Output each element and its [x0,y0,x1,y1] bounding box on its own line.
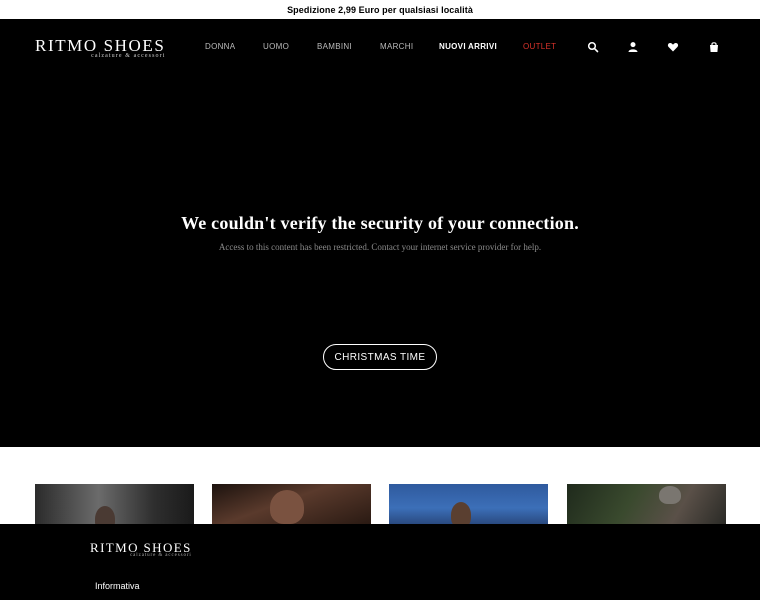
footer-link-informativa[interactable]: Informativa [95,581,140,591]
gallery-tile-3[interactable] [389,484,548,524]
bag-icon[interactable] [708,41,720,53]
site-header: RITMO SHOES calzature & accessori DONNA … [0,19,760,76]
hero-banner: We couldn't verify the security of your … [0,76,760,447]
footer-logo[interactable]: RITMO SHOES calzature & accessori [90,541,192,558]
nav-item-uomo[interactable]: UOMO [263,42,289,51]
brand-tagline: calzature & accessori [91,53,166,59]
promo-text: Spedizione 2,99 Euro per qualsiasi local… [287,4,473,15]
nav-item-donna[interactable]: DONNA [205,42,235,51]
category-gallery [0,447,760,524]
nav-item-nuovi-arrivi[interactable]: NUOVI ARRIVI [439,42,497,51]
search-icon[interactable] [587,41,599,53]
site-footer: RITMO SHOES calzature & accessori Inform… [0,524,760,600]
heart-icon[interactable] [667,41,679,53]
gallery-tile-2[interactable] [212,484,371,524]
promo-bar: Spedizione 2,99 Euro per qualsiasi local… [0,0,760,19]
brand-logo[interactable]: RITMO SHOES calzature & accessori [35,36,166,59]
brand-wordmark: RITMO SHOES [35,36,166,55]
hero-message: Access to this content has been restrict… [218,242,542,252]
gallery-tile-1[interactable] [35,484,194,524]
hero-title: We couldn't verify the security of your … [181,213,579,233]
nav-item-outlet[interactable]: OUTLET [523,42,556,51]
christmas-time-button[interactable]: CHRISTMAS TIME [323,344,437,370]
nav-item-marchi[interactable]: MARCHI [380,42,413,51]
nav-item-bambini[interactable]: BAMBINI [317,42,352,51]
user-icon[interactable] [627,41,639,53]
footer-tagline: calzature & accessori [130,553,192,558]
gallery-tile-4[interactable] [567,484,726,524]
